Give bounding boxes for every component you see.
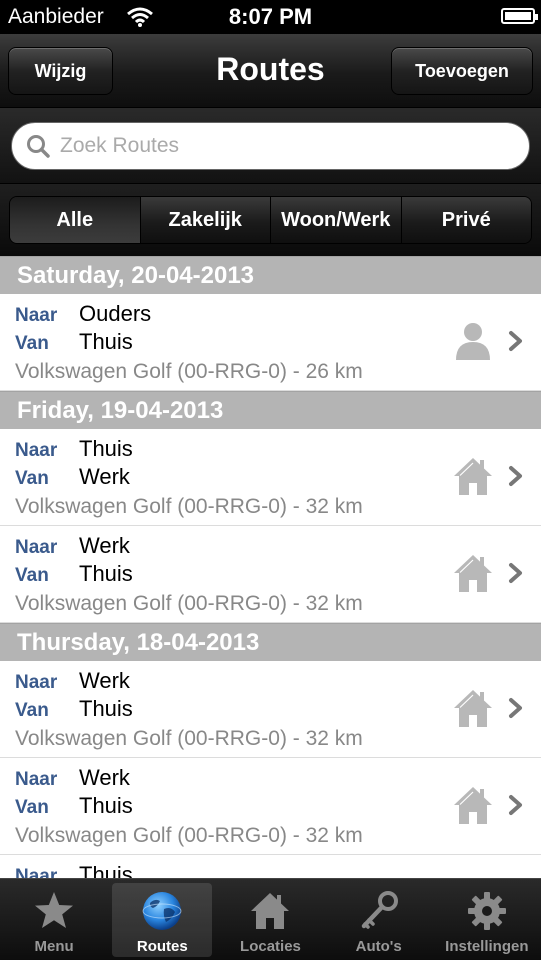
route-row[interactable]: Naar Werk Van Thuis Volkswagen Golf (00-RR… (0, 526, 541, 623)
filter-bar: Alle Zakelijk Woon/Werk Privé (0, 184, 541, 256)
route-destination: Ouders (79, 301, 152, 326)
search-icon (27, 135, 50, 158)
chevron-right-icon (507, 794, 525, 816)
route-row[interactable]: Naar Ouders Van Thuis Volkswagen Golf (00-… (0, 294, 541, 391)
chevron-right-icon (507, 697, 525, 719)
battery-icon (501, 8, 538, 24)
route-destination: Thuis (79, 436, 133, 461)
search-input[interactable] (60, 134, 500, 158)
from-label: Van (15, 565, 49, 586)
to-label: Naar (15, 305, 58, 326)
tab-label: Routes (136, 938, 188, 955)
chevron-right-icon (507, 465, 525, 487)
section-header: Friday, 19-04-2013 (0, 391, 541, 429)
route-origin: Thuis (79, 561, 133, 586)
route-detail: Volkswagen Golf (00-RRG-0) - 32 km (15, 727, 363, 750)
person-icon (452, 320, 494, 362)
route-origin: Thuis (79, 329, 133, 354)
from-label: Van (15, 700, 49, 721)
section-header: Thursday, 18-04-2013 (0, 623, 541, 661)
route-destination: Thuis (79, 862, 133, 878)
status-time: 8:07 PM (228, 4, 313, 29)
routes-list[interactable]: Saturday, 20-04-2013 Naar Ouders Van Thuis… (0, 256, 541, 878)
filter-commute[interactable]: Woon/Werk (271, 197, 402, 243)
route-detail: Volkswagen Golf (00-RRG-0) - 32 km (15, 592, 363, 615)
route-destination: Werk (79, 533, 130, 558)
tab-label: Auto's (355, 938, 402, 955)
to-label: Naar (15, 440, 58, 461)
house-icon (251, 893, 290, 929)
section-header: Saturday, 20-04-2013 (0, 256, 541, 294)
to-label: Naar (15, 866, 58, 878)
route-origin: Werk (79, 464, 130, 489)
search-bar (0, 108, 541, 184)
search-field[interactable] (11, 122, 530, 170)
route-detail: Volkswagen Golf (00-RRG-0) - 26 km (15, 360, 363, 383)
star-icon (35, 892, 74, 928)
house-icon (452, 455, 494, 497)
house-icon (452, 687, 494, 729)
route-origin: Thuis (79, 793, 133, 818)
route-row[interactable]: Naar Thuis (0, 855, 541, 878)
tab-cars[interactable]: Auto's (325, 879, 433, 960)
gear-icon (467, 892, 506, 930)
navigation-bar: Wijzig Routes Toevoegen (0, 34, 541, 108)
tab-bar: Menu Routes Locaties Auto's Instellingen (0, 878, 541, 960)
route-detail: Volkswagen Golf (00-RRG-0) - 32 km (15, 495, 363, 518)
tab-settings[interactable]: Instellingen (433, 879, 541, 960)
filter-all[interactable]: Alle (10, 197, 141, 243)
to-label: Naar (15, 769, 58, 790)
route-destination: Werk (79, 668, 130, 693)
house-icon (452, 552, 494, 594)
from-label: Van (15, 797, 49, 818)
key-icon (361, 891, 398, 929)
to-label: Naar (15, 672, 58, 693)
tab-locations[interactable]: Locaties (216, 879, 324, 960)
house-icon (452, 784, 494, 826)
tab-routes[interactable]: Routes (108, 879, 216, 960)
route-row[interactable]: Naar Werk Van Thuis Volkswagen Golf (00-RR… (0, 758, 541, 855)
tab-label: Locaties (240, 938, 301, 955)
route-row[interactable]: Naar Thuis Van Werk Volkswagen Golf (00-RR… (0, 429, 541, 526)
tab-menu[interactable]: Menu (0, 879, 108, 960)
chevron-right-icon (507, 562, 525, 584)
route-detail: Volkswagen Golf (00-RRG-0) - 32 km (15, 824, 363, 847)
add-button[interactable]: Toevoegen (391, 47, 533, 95)
tab-label: Menu (34, 938, 74, 955)
status-bar: Aanbieder 8:07 PM (0, 0, 541, 34)
filter-segmented-control: Alle Zakelijk Woon/Werk Privé (9, 196, 532, 244)
from-label: Van (15, 468, 49, 489)
route-destination: Werk (79, 765, 130, 790)
globe-icon (142, 892, 182, 930)
to-label: Naar (15, 537, 58, 558)
route-origin: Thuis (79, 696, 133, 721)
chevron-right-icon (507, 330, 525, 352)
filter-business[interactable]: Zakelijk (140, 197, 271, 243)
filter-private[interactable]: Privé (401, 197, 531, 243)
tab-label: Instellingen (445, 938, 529, 955)
route-row[interactable]: Naar Werk Van Thuis Volkswagen Golf (00-RR… (0, 661, 541, 758)
from-label: Van (15, 333, 49, 354)
